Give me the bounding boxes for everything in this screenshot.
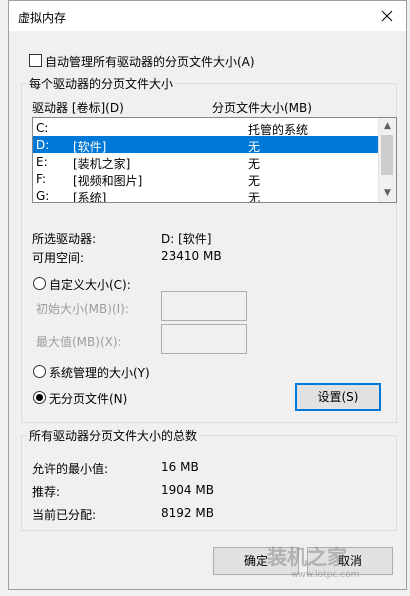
drive-letter: G: [36, 189, 50, 203]
set-button[interactable]: 设置(S) [295, 383, 381, 411]
drive-list[interactable]: C: 托管的系统 D: [软件] 无 E: [装机之家] 无 F: [视频和图片… [32, 117, 397, 203]
min-allowed-value: 16 MB [161, 460, 199, 474]
drive-row-e[interactable]: E: [装机之家] 无 [33, 153, 379, 171]
scroll-up-icon[interactable]: ▲ [383, 122, 392, 131]
drive-column-header: 驱动器 [卷标](D) [32, 101, 124, 115]
system-managed-label[interactable]: 系统管理的大小(Y) [49, 364, 150, 381]
virtual-memory-dialog: 虚拟内存 自动管理所有驱动器的分页文件大小(A) 每个驱动器的分页文件大小 驱动… [8, 0, 407, 590]
drive-row-d[interactable]: D: [软件] 无 [33, 136, 379, 154]
no-paging-label[interactable]: 无分页文件(N) [49, 390, 127, 407]
current-allocated-label: 当前已分配: [32, 508, 97, 522]
title-bar: 虚拟内存 [9, 1, 406, 31]
selected-drive-label: 所选驱动器: [32, 232, 97, 246]
free-space-label: 可用空间: [32, 251, 85, 265]
per-drive-group-title: 每个驱动器的分页文件大小 [27, 75, 176, 92]
free-space-value: 23410 MB [161, 249, 222, 263]
watermark-text: 装机之家 [267, 545, 347, 569]
close-icon[interactable] [376, 5, 398, 27]
drive-row-c[interactable]: C: 托管的系统 [33, 119, 379, 137]
current-allocated-value: 8192 MB [161, 506, 214, 520]
max-size-field[interactable] [161, 324, 247, 354]
initial-size-field[interactable] [161, 291, 247, 321]
recommended-label: 推荐: [32, 485, 61, 499]
total-group-title: 所有驱动器分页文件大小的总数 [27, 427, 200, 444]
drive-row-f[interactable]: F: [视频和图片] 无 [33, 170, 379, 188]
recommended-value: 1904 MB [161, 483, 214, 497]
no-paging-radio[interactable] [33, 391, 46, 404]
initial-size-label: 初始大小(MB)(I): [36, 302, 129, 316]
drive-row-g[interactable]: G: [系统] 无 [33, 187, 379, 203]
custom-size-radio[interactable] [33, 277, 46, 290]
scroll-down-icon[interactable]: ▼ [383, 189, 392, 198]
selected-drive-value: D: [软件] [161, 232, 212, 246]
drive-letter: E: [36, 155, 48, 169]
custom-size-label[interactable]: 自定义大小(C): [49, 276, 131, 293]
drive-letter: F: [36, 172, 47, 186]
watermark-url: www.lotpc.com [291, 570, 360, 580]
min-allowed-label: 允许的最小值: [32, 462, 109, 476]
drive-list-scrollbar[interactable]: ▲ ▼ [378, 118, 396, 202]
system-managed-radio[interactable] [33, 365, 46, 378]
drive-label: [系统] [73, 191, 107, 203]
auto-manage-checkbox[interactable] [29, 54, 42, 67]
max-size-label: 最大值(MB)(X): [36, 335, 122, 349]
auto-manage-label[interactable]: 自动管理所有驱动器的分页文件大小(A) [45, 53, 255, 70]
drive-letter: C: [36, 121, 49, 135]
size-column-header: 分页文件大小(MB) [212, 101, 312, 115]
drive-letter: D: [36, 138, 50, 152]
window-title: 虚拟内存 [18, 11, 67, 25]
scroll-thumb[interactable] [381, 135, 393, 175]
drive-size: 无 [248, 191, 261, 203]
